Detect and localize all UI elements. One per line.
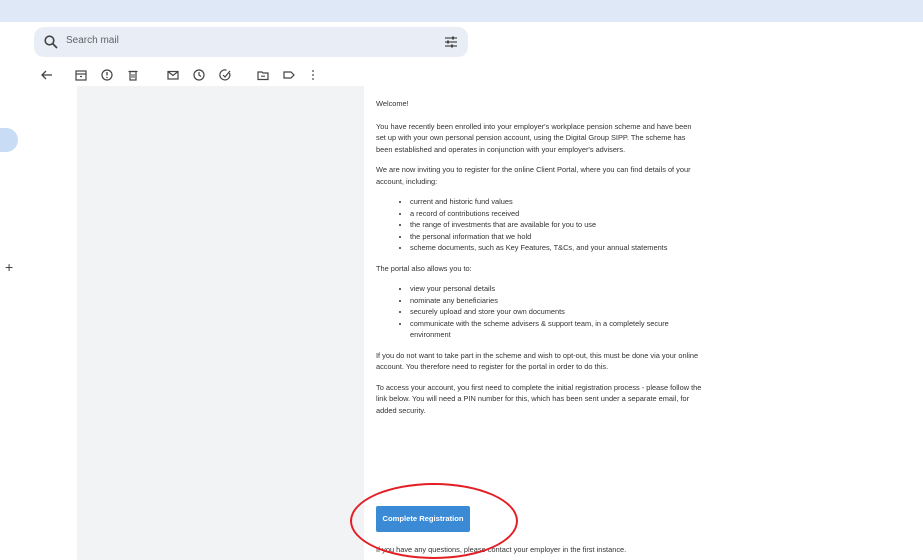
complete-registration-button[interactable]: Complete Registration [376, 506, 470, 532]
paragraph-invite: We are now inviting you to register for … [376, 165, 691, 186]
nav-selected-pill[interactable] [0, 128, 18, 152]
search-input[interactable]: Search mail [66, 35, 119, 46]
back-arrow-icon[interactable] [40, 68, 54, 82]
report-spam-icon[interactable] [100, 68, 114, 82]
list-item: securely upload and store your own docum… [410, 306, 703, 318]
add-icon[interactable]: + [5, 260, 13, 274]
archive-icon[interactable] [74, 68, 88, 82]
paragraph-portal: The portal also allows you to: [376, 263, 472, 273]
more-options-icon[interactable] [306, 68, 320, 82]
add-to-tasks-icon[interactable] [218, 68, 232, 82]
email-body: Welcome! You have recently been enrolled… [364, 86, 703, 560]
top-bar [0, 0, 923, 22]
list-item: view your personal details [410, 283, 703, 295]
search-bar[interactable]: Search mail [34, 27, 468, 57]
list-item: nominate any beneficiaries [410, 295, 703, 307]
list-item: the range of investments that are availa… [410, 219, 703, 231]
search-options-icon[interactable] [444, 35, 458, 49]
list-item: scheme documents, such as Key Features, … [410, 242, 703, 254]
portal-list: view your personal details nominate any … [376, 283, 703, 341]
mark-unread-icon[interactable] [166, 68, 180, 82]
list-item: communicate with the scheme advisers & s… [410, 318, 703, 341]
paragraph-optout: If you do not want to take part in the s… [376, 350, 699, 372]
label-icon[interactable] [282, 68, 296, 82]
delete-icon[interactable] [126, 68, 140, 82]
list-item: the personal information that we hold [410, 231, 703, 243]
search-icon[interactable] [43, 34, 59, 50]
left-rail: + [0, 22, 34, 560]
message-toolbar [34, 64, 923, 86]
list-item: current and historic fund values [410, 196, 703, 208]
snooze-icon[interactable] [192, 68, 206, 82]
greeting: Welcome! [376, 99, 409, 108]
list-item: a record of contributions received [410, 208, 703, 220]
paragraph-questions: If you have any questions, please contac… [376, 545, 627, 554]
paragraph-enrolment: You have recently been enrolled into you… [376, 121, 692, 154]
move-to-icon[interactable] [256, 68, 270, 82]
paragraph-access: To access your account, you first need t… [376, 382, 702, 415]
features-list: current and historic fund values a recor… [376, 196, 703, 254]
